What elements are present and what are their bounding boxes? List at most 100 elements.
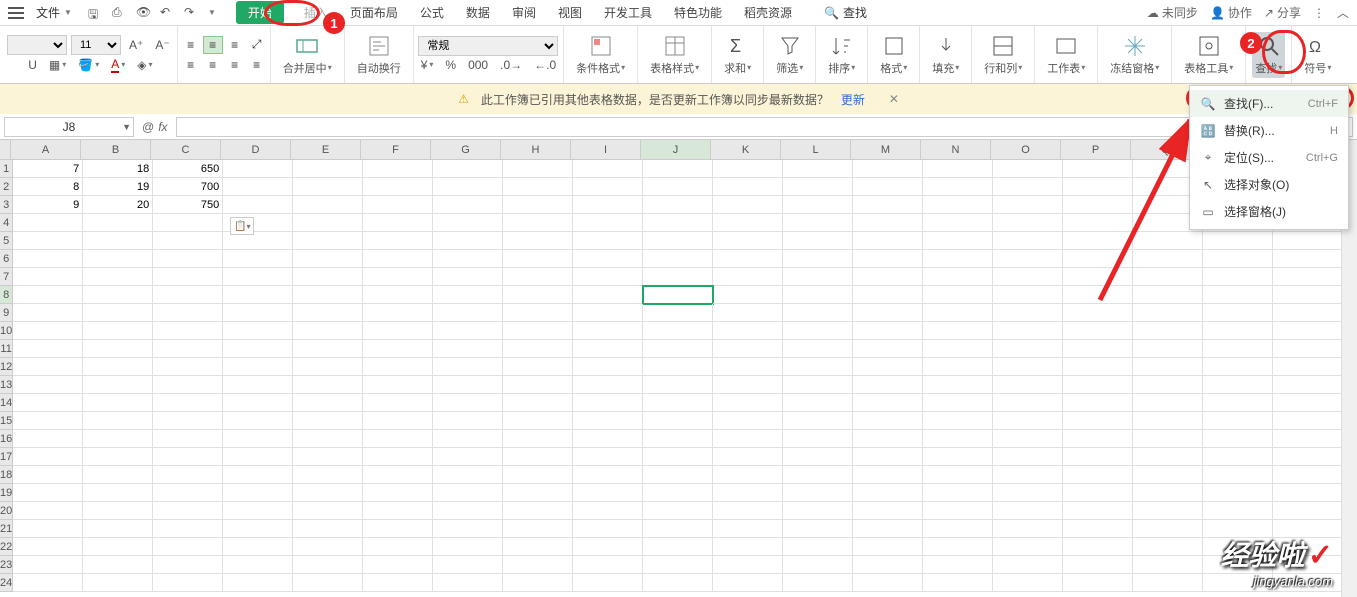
- cell-Q14[interactable]: [1133, 394, 1203, 412]
- cell-C23[interactable]: [153, 556, 223, 574]
- cell-J10[interactable]: [643, 322, 713, 340]
- cell-C9[interactable]: [153, 304, 223, 322]
- cell-E10[interactable]: [293, 322, 363, 340]
- tab-formula[interactable]: 公式: [418, 1, 446, 24]
- cell-P24[interactable]: [1063, 574, 1133, 592]
- cell-B14[interactable]: [83, 394, 153, 412]
- cell-P14[interactable]: [1063, 394, 1133, 412]
- cell-I15[interactable]: [573, 412, 643, 430]
- cell-O15[interactable]: [993, 412, 1063, 430]
- cell-C14[interactable]: [153, 394, 223, 412]
- row-header-6[interactable]: 6: [0, 250, 13, 268]
- cell-H7[interactable]: [503, 268, 573, 286]
- cell-O21[interactable]: [993, 520, 1063, 538]
- cell-F19[interactable]: [363, 484, 433, 502]
- increase-decimal-icon[interactable]: .0→: [496, 56, 526, 74]
- cell-E11[interactable]: [293, 340, 363, 358]
- cell-R13[interactable]: [1203, 376, 1273, 394]
- cell-E2[interactable]: [293, 178, 363, 196]
- cell-D24[interactable]: [223, 574, 293, 592]
- cell-B12[interactable]: [83, 358, 153, 376]
- row-header-19[interactable]: 19: [0, 484, 13, 502]
- cell-I19[interactable]: [573, 484, 643, 502]
- cell-H4[interactable]: [503, 214, 573, 232]
- cell-Q9[interactable]: [1133, 304, 1203, 322]
- cell-N3[interactable]: [923, 196, 993, 214]
- cell-F23[interactable]: [363, 556, 433, 574]
- cell-B24[interactable]: [83, 574, 153, 592]
- cell-P16[interactable]: [1063, 430, 1133, 448]
- cell-L22[interactable]: [783, 538, 853, 556]
- cell-G23[interactable]: [433, 556, 503, 574]
- col-header-B[interactable]: B: [81, 140, 151, 160]
- cell-L14[interactable]: [783, 394, 853, 412]
- cell-P23[interactable]: [1063, 556, 1133, 574]
- cell-P17[interactable]: [1063, 448, 1133, 466]
- cell-S12[interactable]: [1273, 358, 1341, 376]
- cell-M3[interactable]: [853, 196, 923, 214]
- cell-K10[interactable]: [713, 322, 783, 340]
- align-top-center-icon[interactable]: ≡: [203, 36, 223, 54]
- cell-G1[interactable]: [433, 160, 503, 178]
- cell-J20[interactable]: [643, 502, 713, 520]
- cell-E8[interactable]: [293, 286, 363, 304]
- cell-B19[interactable]: [83, 484, 153, 502]
- cell-P11[interactable]: [1063, 340, 1133, 358]
- cell-F18[interactable]: [363, 466, 433, 484]
- close-icon[interactable]: ✕: [889, 92, 899, 106]
- cell-N7[interactable]: [923, 268, 993, 286]
- tab-dev[interactable]: 开发工具: [602, 1, 654, 24]
- cell-S14[interactable]: [1273, 394, 1341, 412]
- cell-A13[interactable]: [13, 376, 83, 394]
- cell-O17[interactable]: [993, 448, 1063, 466]
- collapse-ribbon-icon[interactable]: ︿: [1337, 4, 1349, 21]
- cell-L10[interactable]: [783, 322, 853, 340]
- cell-Q6[interactable]: [1133, 250, 1203, 268]
- cell-M10[interactable]: [853, 322, 923, 340]
- menu-item-select-pane[interactable]: ▭选择窗格(J): [1190, 198, 1348, 225]
- cell-D20[interactable]: [223, 502, 293, 520]
- col-header-I[interactable]: I: [571, 140, 641, 160]
- cell-P9[interactable]: [1063, 304, 1133, 322]
- cell-R19[interactable]: [1203, 484, 1273, 502]
- cell-K22[interactable]: [713, 538, 783, 556]
- cell-J17[interactable]: [643, 448, 713, 466]
- cell-Q20[interactable]: [1133, 502, 1203, 520]
- rowcol-button[interactable]: 行和列▾: [978, 32, 1028, 78]
- cell-G10[interactable]: [433, 322, 503, 340]
- cell-F9[interactable]: [363, 304, 433, 322]
- cell-D7[interactable]: [223, 268, 293, 286]
- cell-H8[interactable]: [503, 286, 573, 304]
- cell-R8[interactable]: [1203, 286, 1273, 304]
- cell-F12[interactable]: [363, 358, 433, 376]
- cell-O2[interactable]: [993, 178, 1063, 196]
- cell-S15[interactable]: [1273, 412, 1341, 430]
- menu-item-search[interactable]: 🔍查找(F)...Ctrl+F: [1190, 90, 1348, 117]
- cell-O7[interactable]: [993, 268, 1063, 286]
- spreadsheet[interactable]: ABCDEFGHIJKLMNOPQRS 12345678910111213141…: [0, 140, 1341, 597]
- cell-J8[interactable]: [643, 286, 713, 304]
- row-header-13[interactable]: 13: [0, 376, 13, 394]
- cell-A20[interactable]: [13, 502, 83, 520]
- cell-M6[interactable]: [853, 250, 923, 268]
- cell-I9[interactable]: [573, 304, 643, 322]
- cell-L5[interactable]: [783, 232, 853, 250]
- cell-N19[interactable]: [923, 484, 993, 502]
- tab-review[interactable]: 审阅: [510, 1, 538, 24]
- cell-N6[interactable]: [923, 250, 993, 268]
- cell-N15[interactable]: [923, 412, 993, 430]
- align-top-left-icon[interactable]: ≡: [181, 36, 201, 54]
- cell-A21[interactable]: [13, 520, 83, 538]
- cell-I11[interactable]: [573, 340, 643, 358]
- cell-R12[interactable]: [1203, 358, 1273, 376]
- hamburger-icon[interactable]: [8, 7, 24, 19]
- cell-N4[interactable]: [923, 214, 993, 232]
- cell-E20[interactable]: [293, 502, 363, 520]
- preview-icon[interactable]: 👁: [136, 5, 152, 21]
- col-header-H[interactable]: H: [501, 140, 571, 160]
- cell-P7[interactable]: [1063, 268, 1133, 286]
- cell-D12[interactable]: [223, 358, 293, 376]
- cell-B1[interactable]: 18: [83, 160, 153, 178]
- cell-F2[interactable]: [363, 178, 433, 196]
- cell-H11[interactable]: [503, 340, 573, 358]
